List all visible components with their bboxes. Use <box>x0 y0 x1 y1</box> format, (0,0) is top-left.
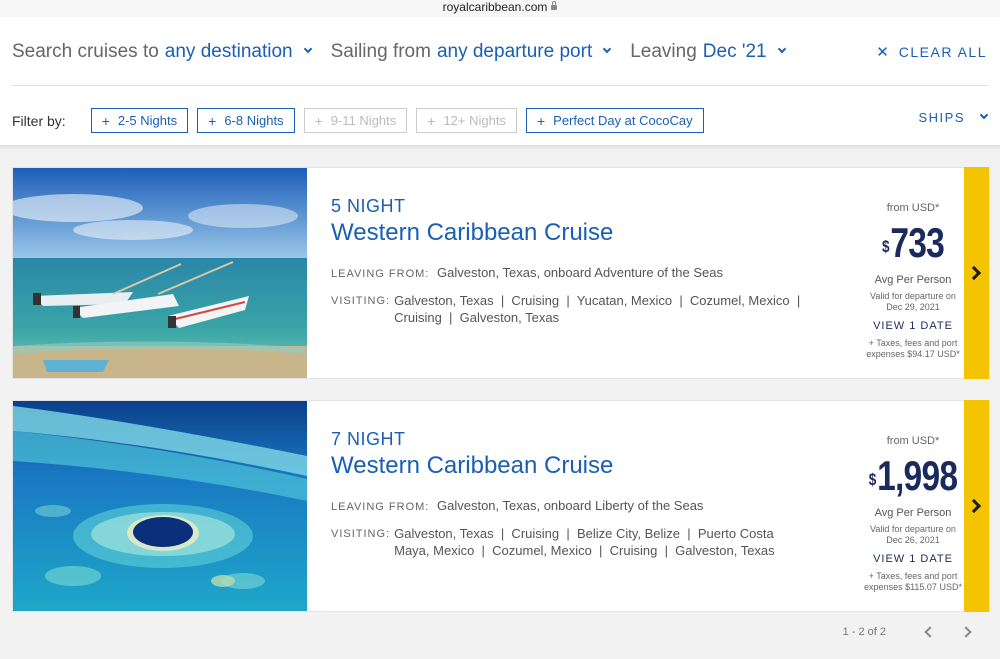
valid-departure: Valid for departure on Dec 29, 2021 <box>851 291 975 313</box>
header-shadow <box>0 145 1000 150</box>
taxes-line: + Taxes, fees and port <box>868 571 958 581</box>
price-block: from USD* $733 Avg Per Person Valid for … <box>851 202 975 360</box>
chip-label: 2-5 Nights <box>117 113 178 128</box>
url-text: royalcaribbean.com <box>442 0 548 14</box>
visiting-label: VISITING: <box>331 295 391 307</box>
from-label: from USD* <box>886 202 940 214</box>
chip-label: 12+ Nights <box>443 113 506 128</box>
filter-row: Filter by: +2-5 Nights +6-8 Nights +9-11… <box>12 108 713 133</box>
lock-icon <box>551 1 558 10</box>
cruise-length: 5 NIGHT <box>331 196 406 216</box>
visiting-value: Galveston, Texas | Cruising | Yucatan, M… <box>394 293 808 325</box>
avg-per-person: Avg Per Person <box>874 274 952 286</box>
destination-value: any destination <box>164 41 293 62</box>
open-cruise-button[interactable] <box>964 400 989 612</box>
port-value: any departure port <box>436 41 593 62</box>
open-cruise-button[interactable] <box>964 167 989 379</box>
departure-port-dropdown[interactable]: Sailing from any departure port <box>330 41 612 63</box>
leaving-label: LEAVING FROM: <box>331 501 430 513</box>
date-prefix: Leaving <box>630 41 697 62</box>
leaving-label: LEAVING FROM: <box>331 268 430 280</box>
price-amount: $1,998 <box>863 455 962 497</box>
chevron-down-icon <box>777 44 786 54</box>
clear-all-button[interactable]: ✕ CLEAR ALL <box>876 43 987 61</box>
ships-dropdown[interactable]: SHIPS <box>918 110 989 125</box>
filter-chip-perfect-day-cococay[interactable]: + Perfect Day at CocoCay <box>525 108 704 133</box>
plus-icon: + <box>314 112 323 129</box>
currency-symbol: $ <box>868 470 877 489</box>
view-dates-link[interactable]: VIEW 1 DATE <box>851 553 975 565</box>
leaving-value: Galveston, Texas, onboard Adventure of t… <box>437 265 723 280</box>
avg-per-person: Avg Per Person <box>874 507 952 519</box>
cruise-result-card[interactable]: 7 NIGHT Western Caribbean Cruise LEAVING… <box>12 400 990 612</box>
destination-dropdown[interactable]: Search cruises to any destination <box>12 41 312 63</box>
visiting-ports: VISITING: Galveston, Texas | Cruising | … <box>331 292 811 326</box>
leaving-from: LEAVING FROM: Galveston, Texas, onboard … <box>331 265 811 280</box>
cruise-name[interactable]: Western Caribbean Cruise <box>331 452 811 480</box>
chip-label: 6-8 Nights <box>224 113 284 128</box>
price-value: 1,998 <box>877 452 958 499</box>
taxes-note: + Taxes, fees and port expenses $115.07 U… <box>851 571 975 593</box>
cruise-result-card[interactable]: 5 NIGHT Western Caribbean Cruise LEAVING… <box>12 167 990 379</box>
filter-chip-9-11-nights: +9-11 Nights <box>303 108 408 133</box>
plus-icon: + <box>536 112 546 129</box>
chevron-down-icon <box>303 44 312 54</box>
clear-all-label: CLEAR ALL <box>898 44 987 60</box>
date-dropdown[interactable]: Leaving Dec '21 <box>630 41 786 63</box>
valid-line: Valid for departure on <box>870 291 956 301</box>
chip-label: Perfect Day at CocoCay <box>553 113 693 128</box>
leaving-value: Galveston, Texas, onboard Liberty of the… <box>437 498 704 513</box>
chevron-down-icon <box>979 110 989 119</box>
price-block: from USD* $1,998 Avg Per Person Valid fo… <box>851 435 975 593</box>
port-prefix: Sailing from <box>330 41 431 62</box>
taxes-amount: expenses $115.07 USD* <box>864 582 962 592</box>
filter-label: Filter by: <box>12 112 66 129</box>
plus-icon: + <box>101 112 110 129</box>
chevron-right-icon <box>966 498 982 514</box>
browser-url-bar[interactable]: royalcaribbean.com <box>0 0 1000 17</box>
valid-departure: Valid for departure on Dec 26, 2021 <box>851 524 975 546</box>
price-amount: $733 <box>863 222 962 264</box>
view-dates-link[interactable]: VIEW 1 DATE <box>851 320 975 332</box>
filter-chip-6-8-nights[interactable]: +6-8 Nights <box>197 108 295 133</box>
cruise-info: 5 NIGHT Western Caribbean Cruise LEAVING… <box>331 196 811 326</box>
divider <box>12 85 988 86</box>
plus-icon: + <box>208 112 217 129</box>
pagination-range: 1 - 2 of 2 <box>842 626 886 638</box>
from-label: from USD* <box>886 435 940 447</box>
cruise-photo-boats <box>13 168 307 378</box>
search-header: Search cruises to any destination Sailin… <box>0 17 1000 145</box>
plus-icon: + <box>427 112 436 129</box>
valid-date: Dec 26, 2021 <box>886 535 940 545</box>
valid-date: Dec 29, 2021 <box>886 302 940 312</box>
chevron-right-icon <box>966 265 982 281</box>
date-value: Dec '21 <box>702 41 767 62</box>
ships-label: SHIPS <box>918 110 965 125</box>
visiting-label: VISITING: <box>331 528 391 540</box>
close-icon: ✕ <box>876 44 889 61</box>
taxes-line: + Taxes, fees and port <box>868 338 958 348</box>
visiting-ports: VISITING: Galveston, Texas | Cruising | … <box>331 525 811 559</box>
chip-label: 9-11 Nights <box>330 113 397 128</box>
cruise-info: 7 NIGHT Western Caribbean Cruise LEAVING… <box>331 429 811 559</box>
taxes-note: + Taxes, fees and port expenses $94.17 US… <box>851 338 975 360</box>
filter-chip-12-plus-nights: +12+ Nights <box>416 108 517 133</box>
leaving-from: LEAVING FROM: Galveston, Texas, onboard … <box>331 498 811 513</box>
cruise-name[interactable]: Western Caribbean Cruise <box>331 219 811 247</box>
visiting-value: Galveston, Texas | Cruising | Belize Cit… <box>394 526 778 558</box>
destination-prefix: Search cruises to <box>12 41 159 62</box>
filter-chip-2-5-nights[interactable]: +2-5 Nights <box>90 108 189 133</box>
search-row: Search cruises to any destination Sailin… <box>12 39 805 65</box>
price-value: 733 <box>890 219 945 266</box>
currency-symbol: $ <box>881 237 890 256</box>
chevron-left-icon[interactable] <box>924 626 936 638</box>
chevron-down-icon <box>602 44 612 54</box>
valid-line: Valid for departure on <box>870 524 956 534</box>
chevron-right-icon[interactable] <box>960 626 972 638</box>
pagination: 1 - 2 of 2 <box>842 626 972 638</box>
cruise-photo-blue-hole <box>13 401 307 611</box>
taxes-amount: expenses $94.17 USD* <box>866 349 960 359</box>
cruise-length: 7 NIGHT <box>331 429 406 449</box>
